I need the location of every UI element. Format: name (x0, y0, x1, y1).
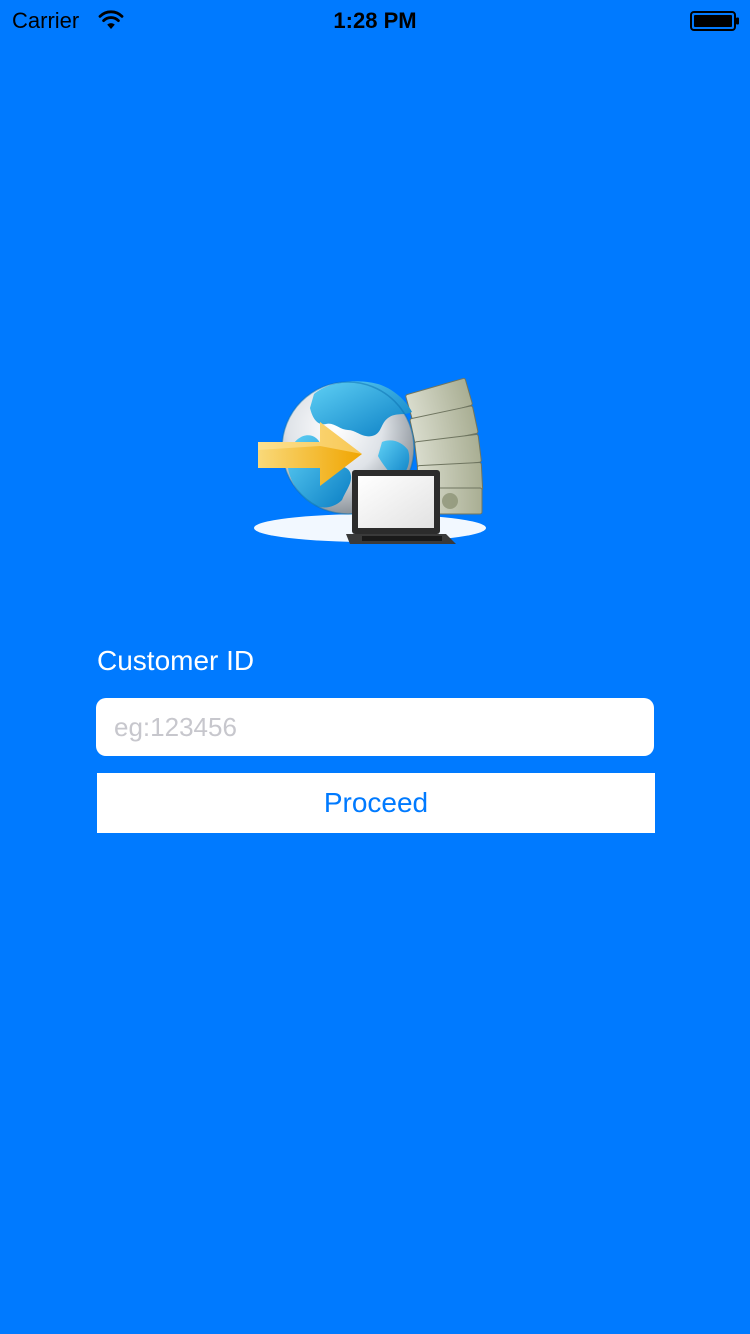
proceed-button[interactable]: Proceed (97, 773, 655, 833)
globe-money-laptop-transfer-icon (254, 377, 486, 544)
status-bar: Carrier 1:28 PM (0, 0, 750, 40)
battery-icon (690, 11, 739, 31)
status-time: 1:28 PM (333, 8, 417, 33)
customer-id-label: Customer ID (97, 645, 255, 676)
customer-id-input[interactable] (96, 698, 654, 756)
